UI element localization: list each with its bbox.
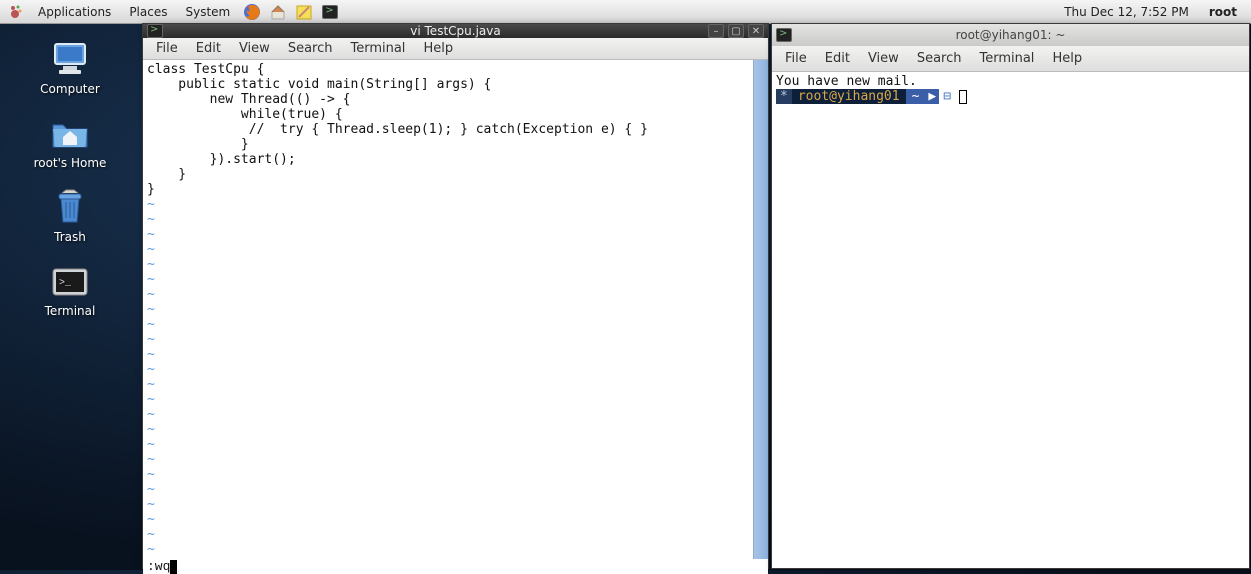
panel-clock[interactable]: Thu Dec 12, 7:52 PM: [1054, 5, 1199, 19]
desktop-terminal[interactable]: >_ Terminal: [45, 262, 96, 318]
terminal-icon: [147, 24, 163, 38]
top-panel: Applications Places System Thu Dec 12, 7…: [0, 0, 1251, 24]
terminal-window[interactable]: root@yihang01: ~ File Edit View Search T…: [771, 23, 1250, 569]
home-folder-icon: [49, 114, 91, 152]
menu-terminal[interactable]: Terminal: [341, 38, 414, 59]
desktop-trash[interactable]: Trash: [49, 188, 91, 244]
vi-titlebar[interactable]: vi TestCpu.java – ▢ ✕: [143, 24, 768, 38]
menu-view[interactable]: View: [859, 48, 908, 69]
menu-view[interactable]: View: [230, 38, 279, 59]
desktop-label: root's Home: [34, 156, 107, 170]
places-menu[interactable]: Places: [121, 3, 175, 21]
editor-text[interactable]: class TestCpu { public static void main(…: [143, 60, 753, 559]
terminal-launcher-icon[interactable]: [320, 2, 340, 22]
desktop-label: Trash: [54, 230, 86, 244]
notes-launcher-icon[interactable]: [294, 2, 314, 22]
applications-menu[interactable]: Applications: [30, 3, 119, 21]
window-title: vi TestCpu.java: [410, 24, 500, 38]
desktop-label: Terminal: [45, 304, 96, 318]
home-launcher-icon[interactable]: [268, 2, 288, 22]
menu-search[interactable]: Search: [908, 48, 971, 69]
menu-file[interactable]: File: [776, 48, 816, 69]
svg-text:>_: >_: [59, 278, 72, 289]
trash-icon: [49, 188, 91, 226]
desktop-computer[interactable]: Computer: [40, 40, 100, 96]
computer-icon: [49, 40, 91, 78]
vi-menubar: File Edit View Search Terminal Help: [143, 38, 768, 60]
prompt-path: ~: [906, 89, 926, 104]
desktop-home[interactable]: root's Home: [34, 114, 107, 170]
vi-status-line[interactable]: :wq: [143, 559, 768, 574]
menu-help[interactable]: Help: [414, 38, 462, 59]
vi-window[interactable]: vi TestCpu.java – ▢ ✕ File Edit View Sea…: [142, 23, 769, 569]
menu-edit[interactable]: Edit: [187, 38, 230, 59]
prompt-star: *: [776, 89, 792, 104]
window-title: root@yihang01: ~: [956, 28, 1066, 42]
menu-edit[interactable]: Edit: [816, 48, 859, 69]
panel-user[interactable]: root: [1199, 5, 1247, 19]
system-menu[interactable]: System: [177, 3, 238, 21]
maximize-button[interactable]: ▢: [728, 24, 744, 38]
desktop-label: Computer: [40, 82, 100, 96]
menu-file[interactable]: File: [147, 38, 187, 59]
firefox-icon[interactable]: [242, 2, 262, 22]
prompt-tail: ⊟: [939, 89, 955, 104]
cursor-icon: [959, 90, 967, 104]
scrollbar[interactable]: [753, 60, 768, 559]
menu-terminal[interactable]: Terminal: [970, 48, 1043, 69]
mail-notice: You have new mail.: [776, 74, 917, 89]
terminal-area[interactable]: You have new mail. *root@yihang01~▶⊟: [772, 72, 1249, 568]
gnome-foot-icon[interactable]: [6, 2, 26, 22]
terminal-titlebar[interactable]: root@yihang01: ~: [772, 24, 1249, 46]
terminal-menubar: File Edit View Search Terminal Help: [772, 46, 1249, 72]
editor-area[interactable]: class TestCpu { public static void main(…: [143, 60, 768, 559]
vi-tildes: ~ ~ ~ ~ ~ ~ ~ ~ ~ ~ ~ ~ ~ ~ ~ ~ ~ ~ ~ ~ …: [147, 197, 155, 557]
prompt-user: root@yihang01: [792, 89, 906, 104]
prompt-arrow-icon: ▶: [925, 89, 939, 104]
desktop-icons: Computer root's Home Trash >_ Terminal: [0, 30, 140, 318]
menu-search[interactable]: Search: [279, 38, 342, 59]
code-content: class TestCpu { public static void main(…: [147, 62, 648, 197]
menu-help[interactable]: Help: [1043, 48, 1091, 69]
terminal-icon: >_: [49, 262, 91, 300]
vi-command: :wq: [147, 559, 170, 574]
minimize-button[interactable]: –: [708, 24, 724, 38]
cursor-icon: [170, 560, 177, 574]
terminal-icon: [776, 28, 792, 42]
close-button[interactable]: ✕: [748, 24, 764, 38]
